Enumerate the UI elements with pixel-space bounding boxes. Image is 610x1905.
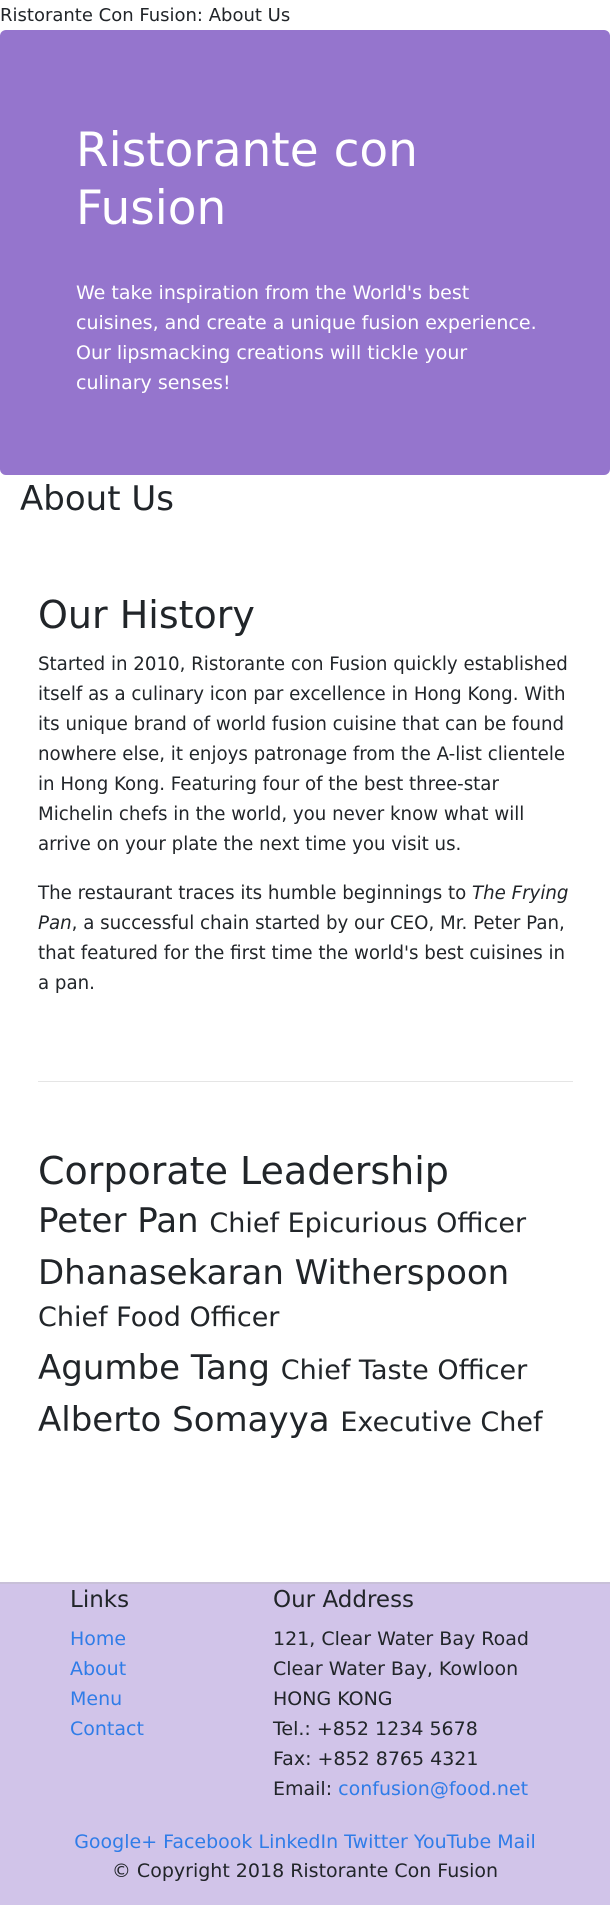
section-divider [38,1081,573,1082]
history-paragraph-2-prefix: The restaurant traces its humble beginni… [38,883,473,904]
leader-role: Chief Food Officer [38,1302,280,1333]
footer: Links Home About Menu Contact Our Addres… [0,1582,610,1905]
social-links: Google+ Facebook LinkedIn Twitter YouTub… [0,1828,610,1856]
footer-link-item: Menu [70,1684,144,1714]
leader-role: Executive Chef [340,1407,543,1438]
jumbotron: Ristorante con Fusion We take inspiratio… [0,30,610,475]
leader-name: Alberto Somayya [38,1400,330,1440]
social-facebook-link[interactable]: Facebook [163,1831,252,1853]
leader-name: Agumbe Tang [38,1348,270,1388]
leadership-heading: Corporate Leadership [38,1149,449,1193]
email-link[interactable]: confusion@food.net [338,1778,528,1800]
restaurant-heading: Ristorante con Fusion [76,123,418,236]
leader-name: Peter Pan [38,1201,199,1241]
footer-link-item: Home [70,1624,144,1654]
history-paragraph-1: Started in 2010, Ristorante con Fusion q… [38,654,568,855]
address-line: Clear Water Bay, Kowloon [273,1658,519,1680]
footer-link-item: About [70,1654,144,1684]
footer-link-contact[interactable]: Contact [70,1718,144,1740]
leader-dhanasekaran-witherspoon: Dhanasekaran Witherspoon Chief Food Offi… [38,1252,578,1339]
footer-links-list: Home About Menu Contact [70,1624,144,1744]
social-mail-link[interactable]: Mail [497,1831,536,1853]
leader-role: Chief Taste Officer [280,1355,528,1386]
email-label: Email: [273,1778,339,1800]
leader-alberto-somayya: Alberto Somayya Executive Chef [38,1399,578,1444]
fax-line: Fax: +852 8765 4321 [273,1748,479,1770]
email-line: Email: confusion@food.net [273,1774,529,1804]
about-heading: About Us [20,479,174,519]
history-paragraph-2: The restaurant traces its humble beginni… [38,879,573,999]
restaurant-tagline: We take inspiration from the World's bes… [76,282,537,394]
phone-line: Tel.: +852 1234 5678 [273,1718,478,1740]
footer-address-list: 121, Clear Water Bay Road Clear Water Ba… [273,1624,529,1804]
leader-agumbe-tang: Agumbe Tang Chief Taste Officer [38,1347,578,1392]
footer-address-heading: Our Address [273,1587,415,1613]
leader-name: Dhanasekaran Witherspoon [38,1253,510,1293]
history-heading: Our History [38,593,255,637]
leader-peter-pan: Peter Pan Chief Epicurious Officer [38,1200,578,1245]
copyright: © Copyright 2018 Ristorante Con Fusion [111,1860,499,1882]
footer-link-home[interactable]: Home [70,1628,126,1650]
footer-link-about[interactable]: About [70,1658,126,1680]
address-line: 121, Clear Water Bay Road [273,1628,529,1650]
page-title: Ristorante Con Fusion: About Us [0,5,291,26]
social-google-plus-link[interactable]: Google+ [74,1831,157,1853]
history-paragraph-2-suffix: , a successful chain started by our CEO,… [38,913,566,994]
footer-links-heading: Links [70,1587,130,1613]
footer-link-menu[interactable]: Menu [70,1688,122,1710]
footer-link-item: Contact [70,1714,144,1744]
social-youtube-link[interactable]: YouTube [414,1831,491,1853]
social-linkedin-link[interactable]: LinkedIn [258,1831,338,1853]
leader-role: Chief Epicurious Officer [209,1208,527,1239]
social-twitter-link[interactable]: Twitter [344,1831,408,1853]
address-line: HONG KONG [273,1688,393,1710]
